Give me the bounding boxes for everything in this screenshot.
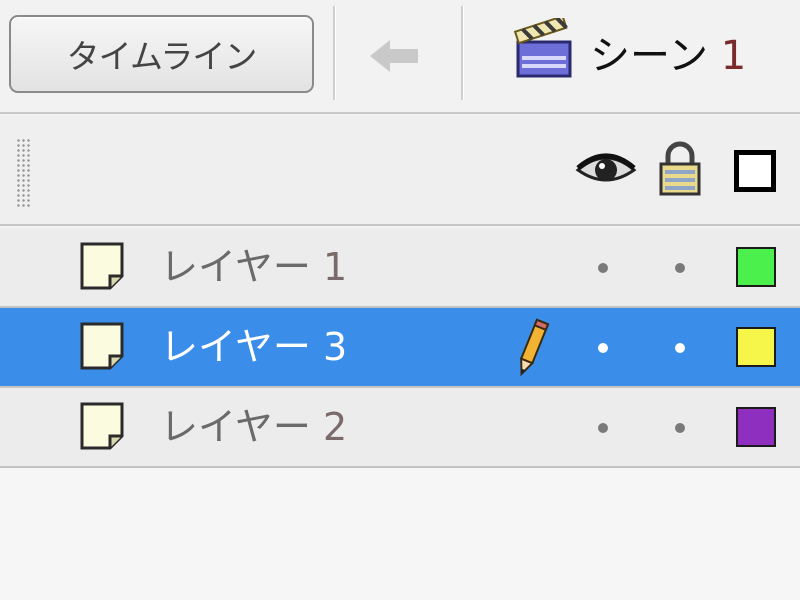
layer-page-icon (80, 242, 124, 290)
layer-number: 3 (322, 325, 348, 369)
layer-label: レイヤー (160, 245, 311, 289)
drag-grip[interactable] (16, 138, 30, 208)
back-arrow-icon (370, 40, 418, 72)
visibility-toggle[interactable] (598, 423, 608, 433)
visibility-toggle[interactable] (598, 263, 608, 273)
layer-number: 1 (322, 245, 348, 289)
toolbar-separator (461, 6, 464, 100)
lock-icon[interactable] (657, 140, 703, 198)
back-arrow-button[interactable] (358, 28, 430, 84)
timeline-button[interactable]: タイムライン (9, 15, 314, 93)
layer-outline-color[interactable] (736, 407, 776, 447)
outline-square-icon[interactable] (734, 150, 776, 192)
scene-number: 1 (720, 33, 747, 79)
scene-label: シーン (590, 33, 708, 79)
lock-toggle[interactable] (675, 343, 685, 353)
lock-toggle[interactable] (675, 423, 685, 433)
layer-outline-color[interactable] (736, 247, 776, 287)
layer-number: 2 (322, 405, 348, 449)
layer-name[interactable]: レイヤー 1 (160, 242, 347, 292)
layer-list: レイヤー 1 レイヤー 3 レイヤー 2 (0, 228, 800, 468)
layer-outline-color[interactable] (736, 327, 776, 367)
layer-row[interactable]: レイヤー 2 (0, 388, 800, 468)
layer-row-selected[interactable]: レイヤー 3 (0, 308, 800, 388)
layer-name[interactable]: レイヤー 2 (160, 402, 347, 452)
layer-label: レイヤー (160, 325, 311, 369)
layer-row[interactable]: レイヤー 1 (0, 228, 800, 308)
layer-list-empty-area[interactable] (0, 468, 800, 600)
layer-label: レイヤー (160, 405, 311, 449)
timeline-button-label: タイムライン (66, 37, 258, 76)
layer-page-icon (80, 322, 124, 370)
pencil-icon (519, 318, 550, 377)
layer-page-icon (80, 402, 124, 450)
lock-toggle[interactable] (675, 263, 685, 273)
clapperboard-icon (513, 18, 572, 78)
layer-name[interactable]: レイヤー 3 (160, 322, 347, 372)
eye-icon[interactable] (574, 146, 638, 190)
visibility-toggle[interactable] (598, 343, 608, 353)
timeline-toolbar: タイムライン シーン 1 (0, 0, 800, 114)
scene-breadcrumb[interactable]: シーン 1 (590, 26, 746, 86)
toolbar-separator (333, 6, 336, 100)
